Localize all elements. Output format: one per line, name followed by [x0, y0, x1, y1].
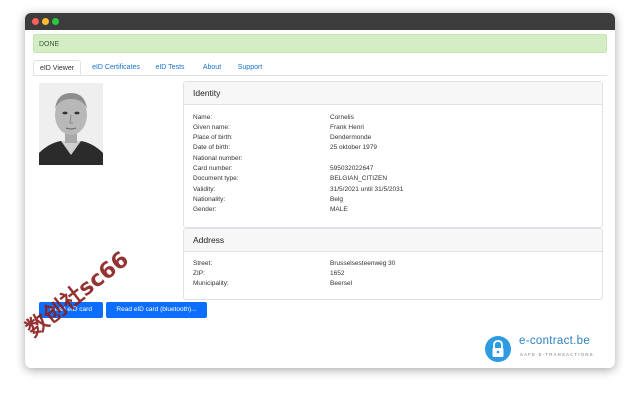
label-card-number: Card number: [193, 165, 233, 172]
label-document-type: Document type: [193, 175, 239, 182]
tab-about[interactable]: About [197, 60, 227, 75]
title-bar [25, 13, 615, 30]
value-place-of-birth: Dendermonde [330, 134, 372, 141]
read-eid-bluetooth-button[interactable]: Read eID card (bluetooth)... [106, 302, 207, 318]
person-photo-icon [39, 83, 103, 165]
value-name: Cornelis [330, 114, 354, 121]
identity-panel: Identity Name: Cornelis Given name: Fran… [183, 81, 603, 228]
label-date-of-birth: Date of birth: [193, 144, 231, 151]
identity-title: Identity [184, 82, 602, 105]
address-title: Address [184, 229, 602, 252]
value-zip: 1652 [330, 270, 345, 277]
label-street: Street: [193, 260, 213, 267]
label-municipality: Municipality: [193, 280, 229, 287]
tab-eid-viewer[interactable]: eID Viewer [33, 60, 81, 75]
address-panel: Address Street: Brusselsesteenweg 30 ZIP… [183, 228, 603, 300]
value-street: Brusselsesteenweg 30 [330, 260, 396, 267]
value-card-number: 595032022647 [330, 165, 374, 172]
status-banner: DONE [33, 34, 607, 53]
value-document-type: BELGIAN_CITIZEN [330, 175, 388, 182]
id-photo [39, 83, 103, 165]
maximize-window-button[interactable] [52, 18, 59, 25]
label-given-name: Given name: [193, 124, 230, 131]
label-gender: Gender: [193, 206, 217, 213]
minimize-window-button[interactable] [42, 18, 49, 25]
label-name: Name: [193, 114, 213, 121]
value-given-name: Frank Henri [330, 124, 364, 131]
close-window-button[interactable] [32, 18, 39, 25]
label-validity: Validity: [193, 186, 216, 193]
tab-bar: eID Viewer eID Certificates eID Tests Ab… [33, 60, 607, 76]
label-zip: ZIP: [193, 270, 205, 277]
value-date-of-birth: 25 oktober 1979 [330, 144, 377, 151]
tab-eid-tests[interactable]: eID Tests [150, 60, 190, 75]
label-place-of-birth: Place of birth: [193, 134, 233, 141]
lock-icon [485, 336, 511, 362]
label-national-number: National number: [193, 155, 243, 162]
value-validity: 31/5/2021 until 31/5/2031 [330, 186, 404, 193]
app-window: DONE eID Viewer eID Certificates eID Tes… [25, 13, 615, 368]
value-nationality: Belg [330, 196, 344, 203]
tab-eid-certificates[interactable]: eID Certificates [85, 60, 147, 75]
logo-name: e-contract.be [519, 335, 591, 347]
logo-tagline: SAFE E-TRANSACTIONS [520, 352, 594, 357]
label-nationality: Nationality: [193, 196, 226, 203]
tab-support[interactable]: Support [233, 60, 267, 75]
value-gender: MALE [330, 206, 348, 213]
value-municipality: Beersel [330, 280, 353, 287]
